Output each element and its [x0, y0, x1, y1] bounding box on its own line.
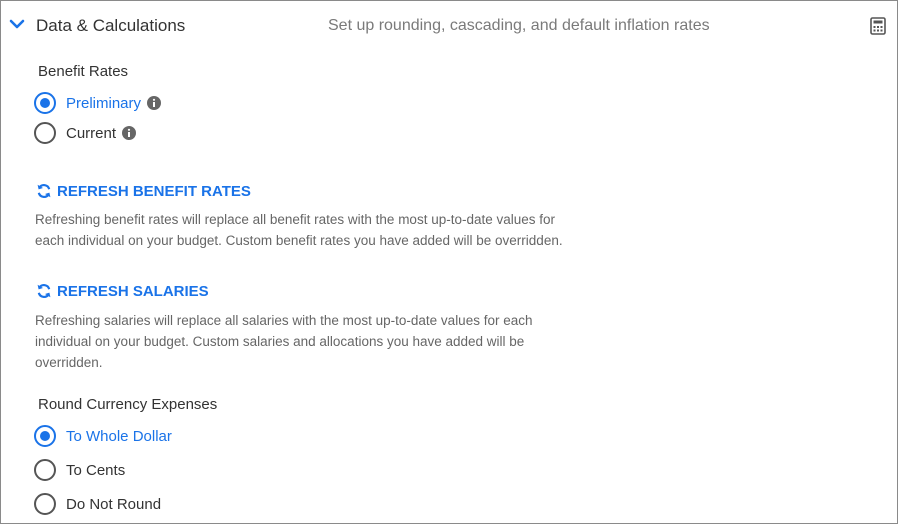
- data-calculations-panel: Data & Calculations Set up rounding, cas…: [0, 0, 898, 524]
- description-line: individual on your budget. Custom salari…: [35, 334, 525, 349]
- radio-label-to-cents: To Cents: [66, 461, 126, 479]
- radio-to-cents[interactable]: To Cents: [34, 458, 125, 482]
- panel-title: Data & Calculations: [36, 16, 186, 35]
- panel-subtitle: Set up rounding, cascading, and default …: [328, 17, 710, 34]
- radio-label-preliminary: Preliminary: [66, 94, 142, 112]
- refresh-benefit-rates-description: Refreshing benefit rates will replace al…: [35, 209, 563, 251]
- radio-do-not-round[interactable]: Do Not Round: [34, 492, 161, 516]
- refresh-benefit-rates-label: REFRESH BENEFIT RATES: [57, 182, 251, 200]
- radio-button[interactable]: [34, 122, 56, 144]
- description-line: Refreshing salaries will replace all sal…: [35, 313, 533, 328]
- round-currency-label: Round Currency Expenses: [38, 396, 218, 413]
- radio-button[interactable]: [34, 493, 56, 515]
- refresh-icon: [37, 284, 51, 298]
- refresh-benefit-rates-button[interactable]: REFRESH BENEFIT RATES: [36, 181, 251, 201]
- radio-button-selected[interactable]: [34, 425, 56, 447]
- description-line: overridden.: [35, 355, 103, 370]
- refresh-salaries-label: REFRESH SALARIES: [57, 282, 209, 300]
- radio-button[interactable]: [34, 459, 56, 481]
- refresh-salaries-button[interactable]: REFRESH SALARIES: [36, 281, 209, 301]
- description-line: each individual on your budget. Custom b…: [35, 233, 563, 248]
- radio-label-to-whole-dollar: To Whole Dollar: [66, 427, 172, 445]
- info-icon[interactable]: [147, 96, 162, 110]
- radio-label-current: Current: [66, 124, 117, 142]
- radio-preliminary[interactable]: Preliminary: [34, 91, 162, 115]
- radio-button-selected[interactable]: [34, 92, 56, 114]
- radio-to-whole-dollar[interactable]: To Whole Dollar: [34, 424, 172, 448]
- description-line: Refreshing benefit rates will replace al…: [35, 212, 556, 227]
- refresh-icon: [37, 184, 51, 198]
- radio-current[interactable]: Current: [34, 121, 137, 145]
- chevron-down-icon[interactable]: [9, 18, 25, 30]
- refresh-salaries-description: Refreshing salaries will replace all sal…: [35, 310, 532, 373]
- info-icon[interactable]: [122, 126, 137, 140]
- panel-header[interactable]: Data & Calculations Set up rounding, cas…: [1, 1, 897, 51]
- benefit-rates-label: Benefit Rates: [38, 63, 129, 80]
- calculator-icon[interactable]: [870, 17, 886, 35]
- radio-label-do-not-round: Do Not Round: [66, 495, 162, 513]
